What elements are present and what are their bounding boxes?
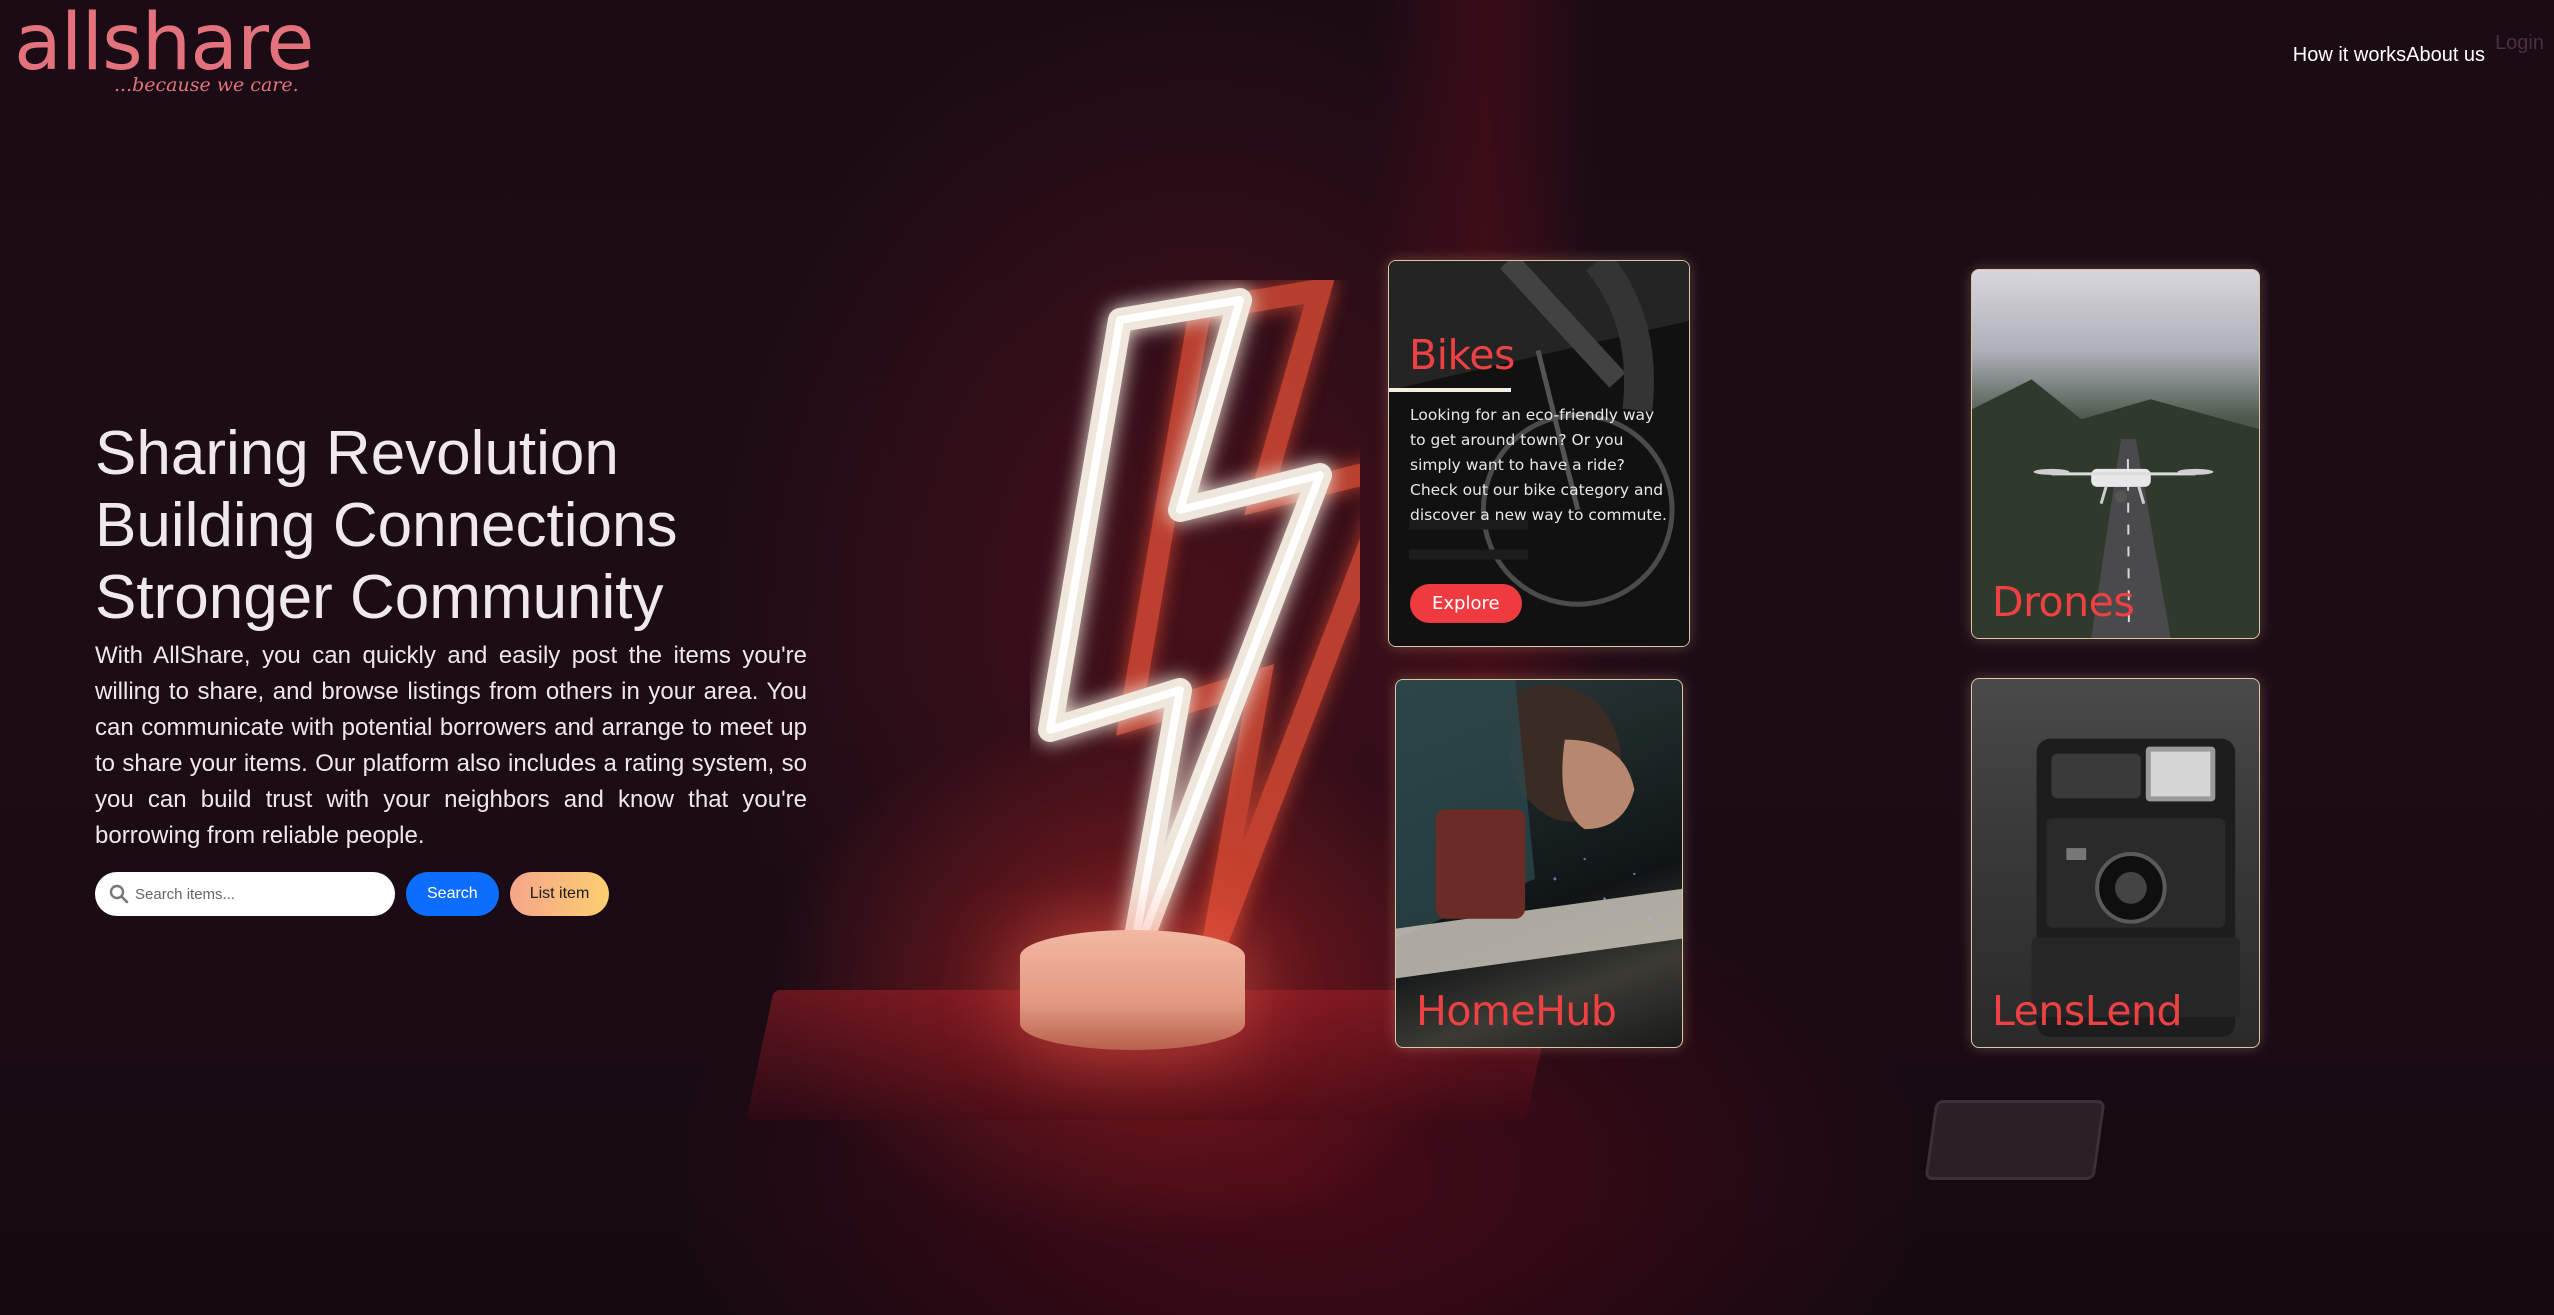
search-button[interactable]: Search (406, 872, 499, 916)
search-input[interactable] (135, 885, 375, 903)
search-row: Search List item (95, 872, 807, 916)
logo-wordmark: allshare (14, 0, 314, 88)
headline-line-3: Stronger Community (95, 563, 664, 632)
search-icon (109, 884, 129, 904)
top-nav: How it works About us Login (2293, 32, 2554, 67)
hero-section: Sharing Revolution Building Connections … (95, 418, 807, 916)
device-silhouette (1924, 1100, 2106, 1180)
card-description-bikes: Looking for an eco-friendly way to get a… (1410, 406, 1667, 524)
list-item-button[interactable]: List item (509, 872, 610, 916)
lamp-base (1020, 930, 1245, 1050)
card-title-drones: Drones (1992, 578, 2135, 626)
nav-about-us[interactable]: About us (2406, 44, 2485, 67)
logo-tagline: ...because we care. (114, 74, 299, 96)
category-card-lenslend[interactable]: LensLend (1971, 678, 2260, 1048)
category-card-homehub[interactable]: HomeHub (1395, 679, 1683, 1048)
headline-line-1: Sharing Revolution (95, 419, 619, 488)
nav-how-it-works[interactable]: How it works (2293, 44, 2406, 67)
brand-logo[interactable]: allshare ...because we care. (14, 0, 314, 96)
login-link[interactable]: Login (2495, 32, 2544, 55)
search-box[interactable] (95, 872, 395, 916)
card-title-bikes: Bikes (1409, 331, 1515, 379)
explore-button[interactable]: Explore (1410, 584, 1522, 623)
hero-description: With AllShare, you can quickly and easil… (95, 642, 807, 849)
headline-line-2: Building Connections (95, 491, 678, 560)
hero-headline: Sharing Revolution Building Connections … (95, 418, 807, 634)
category-card-drones[interactable]: Drones (1971, 269, 2260, 639)
card-title-lenslend: LensLend (1992, 987, 2183, 1035)
lightning-bolt-neon-icon (1038, 280, 1360, 980)
title-underline (1389, 388, 1511, 392)
category-card-bikes[interactable]: Bikes Looking for an eco-friendly way to… (1388, 260, 1690, 647)
card-title-homehub: HomeHub (1416, 987, 1617, 1035)
